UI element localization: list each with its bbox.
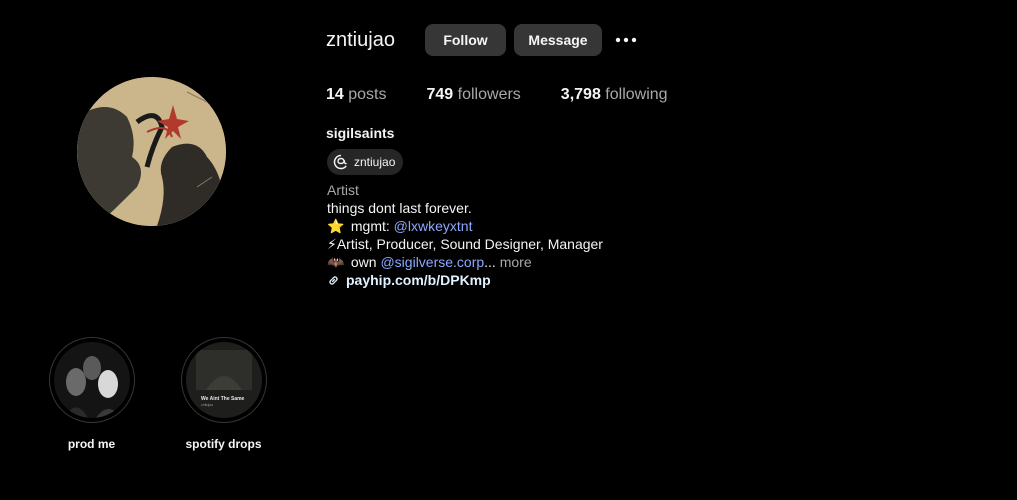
highlight-ring: We Aint The Same zntiujao [180,337,267,423]
bio-link-text: payhip.com/b/DPKmp [346,272,491,288]
following-count[interactable]: 3,798 following [561,86,668,104]
bat-emoji: 🦇 [327,254,345,270]
profile-category: Artist [327,182,359,198]
highlight-prod-me[interactable]: prod me [48,337,135,451]
bio-mgmt-label: mgmt: [350,218,390,234]
message-button[interactable]: Message [514,24,602,56]
highlight-cover [53,342,130,418]
highlight-label: prod me [67,437,116,451]
highlight-spotify-drops[interactable]: We Aint The Same zntiujao spotify drops [180,337,267,451]
follow-button[interactable]: Follow [425,24,506,56]
posts-count: 14 posts [326,86,387,103]
own-mention-link[interactable]: @sigilverse.corp [380,254,484,270]
bio-external-link[interactable]: payhip.com/b/DPKmp [327,271,603,289]
profile-stats: 14 posts 749 followers 3,798 following [326,86,708,104]
bio-line-3: ⚡Artist, Producer, Sound Designer, Manag… [327,236,603,252]
highlight-cover: We Aint The Same zntiujao [185,342,262,418]
star-emoji: ⭐ [327,218,345,234]
highlight-label: spotify drops [185,437,262,451]
profile-bio: Artist things dont last forever. ⭐ mgmt:… [327,181,603,289]
bio-line-4: 🦇 own @sigilverse.corp... more [327,253,603,271]
bio-ellipsis: ... [484,254,496,270]
bio-own-label: own [350,254,377,270]
threads-icon [333,154,347,170]
bio-line-1: things dont last forever. [327,200,472,216]
followers-count[interactable]: 749 followers [427,86,521,104]
mgmt-mention-link[interactable]: @lxwkeyxtnt [394,218,473,234]
threads-handle: zntiujao [354,155,396,169]
profile-avatar[interactable] [77,77,226,226]
highlight-cover-art [53,342,130,418]
profile-username: zntiujao [326,29,395,51]
avatar-artwork [77,77,226,226]
highlight-cover-art: We Aint The Same zntiujao [185,342,262,418]
cover-subtitle: zntiujao [201,403,213,407]
link-icon [329,275,338,285]
bio-more-link[interactable]: more [500,254,532,270]
highlight-ring [48,337,135,423]
more-options-icon[interactable] [612,30,640,50]
bio-line-2: ⭐ mgmt: @lxwkeyxtnt [327,217,603,235]
threads-badge[interactable]: zntiujao [327,149,404,175]
cover-title: We Aint The Same [201,396,245,402]
profile-full-name: sigilsaints [326,125,395,141]
